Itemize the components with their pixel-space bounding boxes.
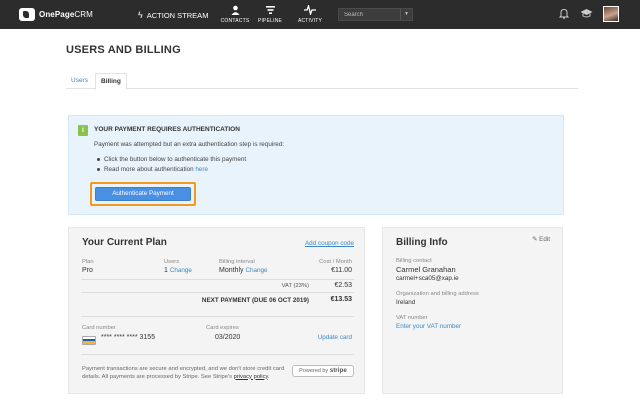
chevron-down-icon[interactable]: ▼ — [400, 9, 412, 20]
authenticate-payment-button[interactable]: Authenticate Payment — [95, 187, 191, 201]
lightning-icon: ϟ — [138, 10, 143, 20]
payment-auth-alert: i YOUR PAYMENT REQUIRES AUTHENTICATION P… — [68, 115, 564, 215]
next-payment-label: NEXT PAYMENT (DUE 06 OCT 2019) — [201, 297, 309, 304]
alert-body: Payment was attempted but an extra authe… — [94, 141, 285, 148]
billing-contact-email: carmel+sca05@xap.ie — [396, 275, 459, 282]
users-label: Users — [164, 259, 180, 265]
change-interval-link[interactable]: Change — [245, 267, 267, 274]
logo-icon — [19, 8, 35, 21]
stripe-privacy-link[interactable]: privacy policy — [234, 374, 268, 380]
update-card-link[interactable]: Update card — [318, 334, 352, 341]
divider — [81, 354, 354, 355]
divider — [81, 279, 354, 280]
next-payment-value: €13.53 — [330, 296, 352, 303]
nav-pipeline[interactable]: PIPELINE — [250, 5, 290, 24]
person-icon — [215, 5, 255, 17]
plan-card-title: Your Current Plan — [82, 237, 167, 248]
list-item: Click the button below to authenticate t… — [97, 156, 246, 163]
billing-contact-label: Billing contact — [396, 258, 432, 264]
vat-label: VAT (23%) — [281, 283, 309, 289]
billing-interval-row: Monthly Change — [219, 267, 268, 274]
billing-info-card: Billing Info ✎ Edit Billing contact Carm… — [382, 227, 563, 394]
top-navbar: OnePageCRM ϟ ACTION STREAM CONTACTS PIPE… — [0, 0, 640, 29]
cost-label: Cost / Month — [319, 259, 352, 265]
bell-icon[interactable] — [558, 8, 570, 22]
tab-billing[interactable]: Billing — [95, 73, 127, 90]
stripe-badge-prefix: Powered by — [299, 368, 330, 374]
vat-number-label: VAT number — [396, 315, 428, 321]
nav-action-stream-label: ACTION STREAM — [146, 10, 209, 20]
avatar[interactable] — [603, 6, 619, 22]
nav-contacts-label: CONTACTS — [220, 18, 250, 24]
change-users-link[interactable]: Change — [170, 267, 192, 274]
brand-name: OnePage — [39, 10, 75, 19]
plan-value: Pro — [82, 267, 93, 274]
card-number-value: **** **** **** 3155 — [101, 334, 156, 341]
billing-card-title: Billing Info — [396, 237, 448, 248]
card-expires-value: 03/2020 — [215, 334, 241, 341]
powered-by-stripe-badge[interactable]: Powered by stripe — [292, 365, 354, 377]
page-title: USERS AND BILLING — [66, 44, 181, 56]
billing-interval-label: Billing interval — [219, 259, 255, 265]
credit-card-icon — [82, 336, 96, 345]
billing-interval-value: Monthly — [219, 267, 244, 274]
alert-steps: Click the button below to authenticate t… — [97, 156, 246, 176]
edit-billing-button[interactable]: ✎ Edit — [532, 236, 550, 243]
plan-label: Plan — [82, 259, 94, 265]
org-address-value: Ireland — [396, 299, 416, 306]
list-item: Read more about authentication here — [97, 166, 246, 173]
brand-suffix: CRM — [74, 10, 93, 19]
card-expires-label: Card expires — [206, 325, 239, 331]
nav-pipeline-label: PIPELINE — [257, 18, 283, 24]
alert-title: YOUR PAYMENT REQUIRES AUTHENTICATION — [94, 126, 240, 133]
stripe-logo: stripe — [329, 367, 347, 374]
pulse-icon — [290, 3, 330, 17]
users-value: 1 — [164, 267, 168, 274]
search-box: ▼ — [338, 8, 413, 21]
payment-security-note: Payment transactions are secure and encr… — [82, 366, 287, 381]
vat-value: €2.53 — [334, 282, 352, 289]
search-input[interactable] — [339, 9, 399, 20]
pencil-icon: ✎ — [532, 236, 538, 243]
graduation-cap-icon[interactable] — [580, 8, 593, 21]
nav-activity-label: ACTIVITY — [297, 18, 323, 24]
nav-action-stream[interactable]: ϟ ACTION STREAM — [138, 10, 208, 20]
read-more-link[interactable]: here — [195, 166, 208, 173]
current-plan-card: Your Current Plan Add coupon code Plan P… — [68, 227, 365, 394]
users-value-row: 1 Change — [164, 267, 192, 274]
edit-billing-label: Edit — [539, 236, 550, 243]
filter-icon — [250, 5, 290, 17]
add-coupon-link[interactable]: Add coupon code — [305, 240, 354, 247]
tab-bar: Users Billing — [66, 73, 578, 90]
divider — [81, 316, 354, 317]
card-number-label: Card number — [82, 325, 116, 331]
nav-contacts[interactable]: CONTACTS — [215, 5, 255, 24]
nav-activity[interactable]: ACTIVITY — [290, 3, 330, 24]
enter-vat-link[interactable]: Enter your VAT number — [396, 323, 461, 330]
cost-value: €11.00 — [331, 267, 352, 274]
list-item-text: Read more about authentication — [104, 166, 196, 173]
brand-logo[interactable]: OnePageCRM — [19, 8, 93, 21]
security-note-end: . — [267, 373, 270, 380]
billing-contact-name: Carmel Granahan — [396, 265, 456, 274]
focus-ring: Authenticate Payment — [90, 182, 196, 206]
tab-users[interactable]: Users — [66, 73, 93, 89]
info-icon: i — [78, 125, 88, 136]
org-address-label: Organization and billing address — [396, 291, 479, 297]
divider — [81, 292, 354, 293]
